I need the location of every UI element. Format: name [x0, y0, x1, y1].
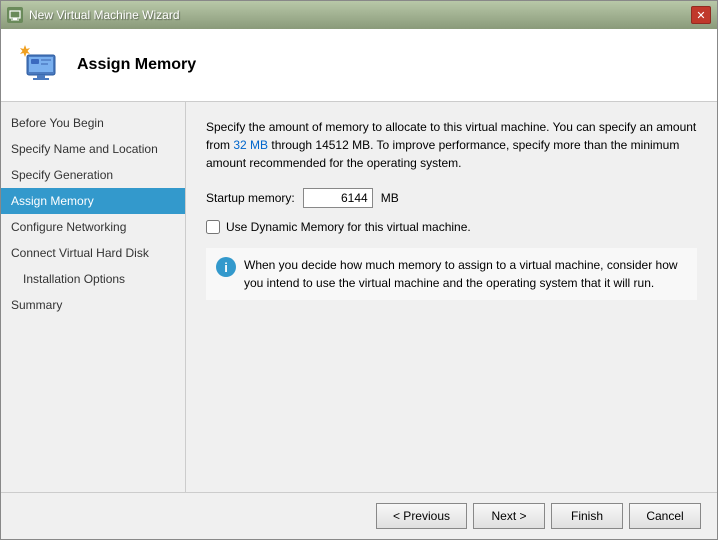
memory-range-link[interactable]: 32 MB	[233, 138, 268, 152]
title-bar-left: New Virtual Machine Wizard	[7, 7, 180, 23]
wizard-window: New Virtual Machine Wizard ✕	[0, 0, 718, 540]
dynamic-memory-row: Use Dynamic Memory for this virtual mach…	[206, 220, 697, 234]
sidebar-item-assign-memory[interactable]: Assign Memory	[1, 188, 185, 214]
startup-memory-input[interactable]	[303, 188, 373, 208]
window-title: New Virtual Machine Wizard	[29, 8, 180, 22]
sidebar-item-specify-name-location[interactable]: Specify Name and Location	[1, 136, 185, 162]
sidebar-item-before-you-begin[interactable]: Before You Begin	[1, 110, 185, 136]
info-text: When you decide how much memory to assig…	[244, 256, 687, 292]
close-button[interactable]: ✕	[691, 6, 711, 24]
previous-button[interactable]: < Previous	[376, 503, 467, 529]
header-title: Assign Memory	[77, 56, 196, 74]
dynamic-memory-label: Use Dynamic Memory for this virtual mach…	[226, 220, 471, 234]
description: Specify the amount of memory to allocate…	[206, 118, 697, 172]
startup-memory-label: Startup memory:	[206, 191, 295, 205]
header-area: Assign Memory	[1, 29, 717, 102]
content-area: Before You Begin Specify Name and Locati…	[1, 102, 717, 492]
sidebar-item-summary[interactable]: Summary	[1, 292, 185, 318]
next-button[interactable]: Next >	[473, 503, 545, 529]
info-icon: i	[216, 257, 236, 277]
title-bar: New Virtual Machine Wizard ✕	[1, 1, 717, 29]
sidebar-item-installation-options[interactable]: Installation Options	[1, 266, 185, 292]
main-content: Specify the amount of memory to allocate…	[186, 102, 717, 492]
dynamic-memory-checkbox[interactable]	[206, 220, 220, 234]
wizard-icon	[17, 41, 65, 89]
startup-memory-unit: MB	[381, 191, 399, 205]
app-icon	[7, 7, 23, 23]
sidebar-item-connect-virtual-hard-disk[interactable]: Connect Virtual Hard Disk	[1, 240, 185, 266]
footer: < Previous Next > Finish Cancel	[1, 492, 717, 539]
cancel-button[interactable]: Cancel	[629, 503, 701, 529]
top-section: Assign Memory	[1, 29, 717, 102]
sidebar-item-configure-networking[interactable]: Configure Networking	[1, 214, 185, 240]
sidebar-item-specify-generation[interactable]: Specify Generation	[1, 162, 185, 188]
info-box: i When you decide how much memory to ass…	[206, 248, 697, 300]
startup-memory-row: Startup memory: MB	[206, 188, 697, 208]
finish-button[interactable]: Finish	[551, 503, 623, 529]
sidebar: Before You Begin Specify Name and Locati…	[1, 102, 186, 492]
